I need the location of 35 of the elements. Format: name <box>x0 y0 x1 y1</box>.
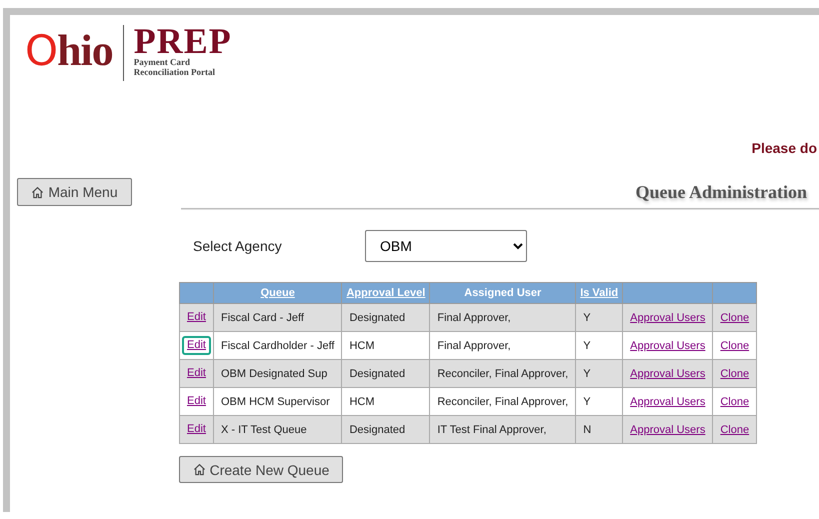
table-cell: OBM HCM Supervisor <box>213 388 342 416</box>
table-cell: Y <box>576 360 623 388</box>
table-cell: Designated <box>342 360 430 388</box>
table-cell: Designated <box>342 304 430 332</box>
table-cell: Reconciler, Final Approver, <box>430 388 576 416</box>
field-label: Select Agency <box>193 238 283 254</box>
table-cell: N <box>576 416 623 444</box>
table-cell: Y <box>576 332 623 360</box>
table-cell: Y <box>576 304 623 332</box>
table-cell: Final Approver, <box>430 304 576 332</box>
home-icon <box>192 463 206 476</box>
table-cell: HCM <box>342 388 430 416</box>
table-cell: Y <box>576 388 623 416</box>
table-cell: HCM <box>342 332 430 360</box>
column-header: Assigned User <box>430 282 576 304</box>
table-cell: OBM Designated Sup <box>213 360 342 388</box>
table-cell: IT Test Final Approver, <box>430 416 576 444</box>
create-queue-button[interactable]: Create New Queue <box>179 456 343 483</box>
table-cell: Designated <box>342 416 430 444</box>
app-name: PREP <box>134 25 232 57</box>
table-cell: X - IT Test Queue <box>213 416 342 444</box>
table-cell: Final Approver, <box>430 332 576 360</box>
agency-dropdown[interactable]: OBM <box>365 230 527 262</box>
page-title: Queue Administration <box>634 181 808 204</box>
app-tagline: Reconciliation Portal <box>134 67 216 77</box>
edit-link[interactable]: Edit <box>182 336 211 355</box>
table-cell: Reconciler, Final Approver, <box>430 360 576 388</box>
header-cell <box>712 282 757 304</box>
state-logo: Ohio <box>25 25 113 77</box>
main-menu-button[interactable]: Main Menu <box>17 178 132 206</box>
table-cell: Fiscal Cardholder - Jeff <box>213 332 342 360</box>
notice-text: Please do <box>750 140 818 156</box>
app-tagline: Payment Card <box>134 57 192 67</box>
table-cell: Fiscal Card - Jeff <box>213 304 342 332</box>
home-icon <box>31 186 44 198</box>
